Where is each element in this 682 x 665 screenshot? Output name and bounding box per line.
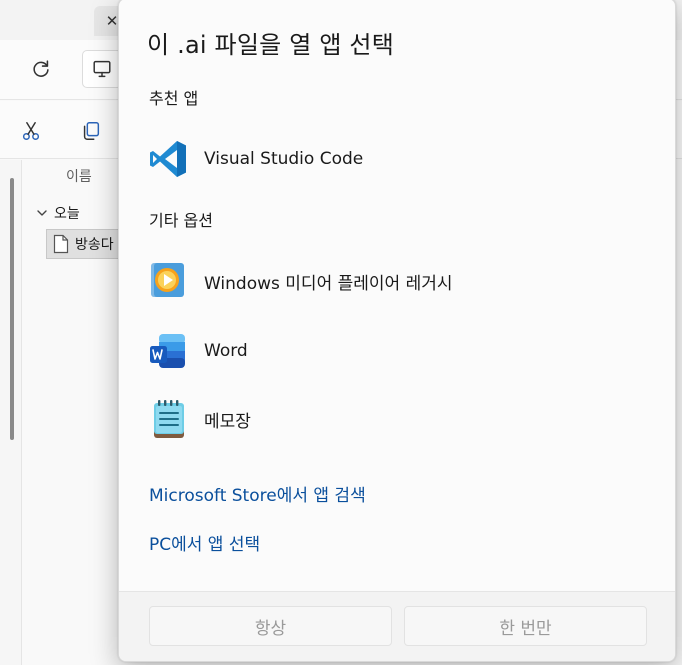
monitor-icon [93, 60, 111, 78]
recommended-apps-label: 추천 앱 [149, 89, 199, 108]
document-icon [53, 234, 69, 254]
cut-icon[interactable] [20, 120, 42, 142]
notepad-icon [154, 400, 184, 438]
always-button[interactable]: 항상 [149, 606, 392, 646]
choose-app-on-pc-link[interactable]: PC에서 앱 선택 [149, 530, 260, 555]
media-player-icon [151, 263, 184, 297]
app-option-vscode[interactable]: Visual Studio Code [143, 131, 653, 187]
app-option-word[interactable]: Word [143, 323, 653, 379]
file-name: 방송다 [75, 237, 114, 253]
other-options-label: 기타 옵션 [149, 211, 213, 230]
app-label: Windows 미디어 플레이어 레거시 [204, 273, 453, 294]
file-row[interactable]: 방송다 [46, 229, 126, 259]
app-label: 메모장 [204, 411, 251, 432]
chevron-down-icon [37, 210, 47, 216]
close-icon: ✕ [105, 12, 119, 30]
group-header-today[interactable]: 오늘 [36, 203, 80, 223]
app-option-media-player[interactable]: Windows 미디어 플레이어 레거시 [143, 253, 653, 309]
column-header-name[interactable]: 이름 [66, 166, 92, 186]
word-icon [150, 334, 185, 368]
vscode-icon [150, 141, 186, 177]
app-option-notepad[interactable]: 메모장 [143, 391, 653, 447]
refresh-icon[interactable] [30, 58, 52, 80]
open-with-dialog: 이 .ai 파일을 열 앱 선택 추천 앱 Visual Studio Code… [118, 0, 676, 662]
navigation-scrollbar[interactable] [10, 178, 14, 440]
just-once-button[interactable]: 한 번만 [404, 606, 647, 646]
group-label: 오늘 [54, 206, 80, 222]
dialog-title: 이 .ai 파일을 열 앱 선택 [147, 31, 394, 59]
dialog-footer: 항상 한 번만 [119, 591, 675, 661]
copy-icon[interactable] [80, 120, 102, 142]
this-pc-button[interactable] [82, 50, 122, 88]
app-label: Visual Studio Code [204, 149, 364, 169]
app-label: Word [204, 341, 248, 361]
store-search-link[interactable]: Microsoft Store에서 앱 검색 [149, 481, 366, 506]
